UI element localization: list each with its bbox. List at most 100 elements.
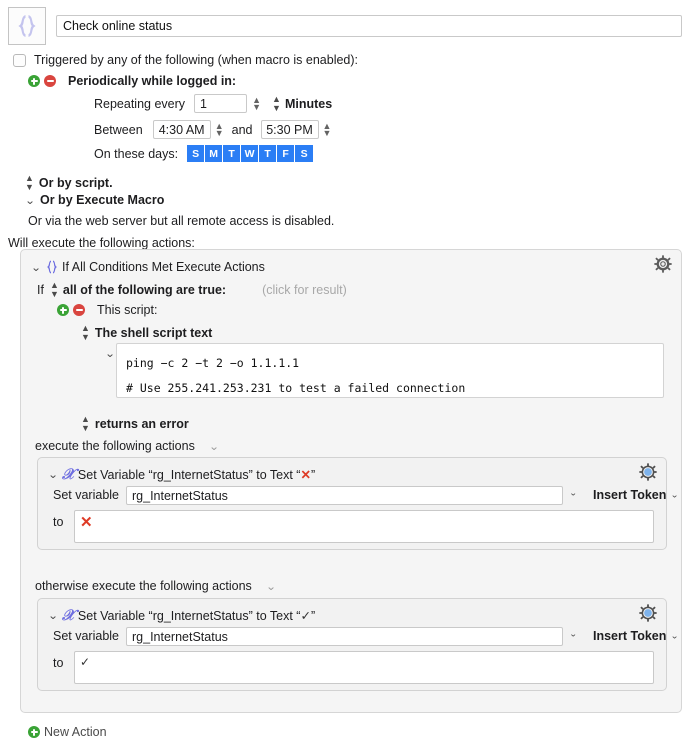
then-action-card: ⌄ 𝒳 Set Variable “rg_InternetStatus” to … — [37, 457, 679, 550]
if-action-header[interactable]: ⌄ If All Conditions Met Execute Actions — [29, 255, 681, 279]
new-action-button[interactable]: New Action — [28, 725, 107, 739]
then-branch-label: execute the following actions — [35, 439, 195, 453]
click-for-result-label[interactable]: (click for result) — [262, 283, 347, 297]
else-insert-token-button[interactable]: Insert Token ⌄ — [593, 629, 679, 643]
else-action-title-glyph: ✓ — [300, 608, 311, 623]
else-branch-label: otherwise execute the following actions — [35, 579, 252, 593]
macro-name-value: Check online status — [63, 19, 173, 33]
then-variable-popup-chevron-icon[interactable]: ⌄ — [569, 489, 577, 498]
macro-name-input[interactable]: Check online status — [56, 15, 682, 37]
then-set-variable-row: Set variable — [53, 488, 119, 502]
variable-x-icon: 𝒳 — [62, 464, 75, 483]
else-action-disclosure-icon[interactable]: ⌄ — [45, 609, 61, 622]
then-insert-token-label: Insert Token — [593, 488, 667, 502]
else-branch-disclosure-icon[interactable]: ⌄ — [263, 580, 279, 593]
or-by-script-chevron-icon: ▲ ▼ — [25, 173, 34, 192]
else-action-header[interactable]: ⌄ 𝒳 Set Variable “rg_InternetStatus” to … — [46, 605, 315, 625]
else-to-value: ✓ — [80, 655, 91, 669]
then-variable-name-value: rg_InternetStatus — [132, 488, 228, 503]
remove-condition-icon[interactable] — [73, 304, 85, 316]
day-button-sun[interactable]: S — [187, 145, 206, 162]
macro-editor: Check online status Triggered by any of … — [0, 0, 690, 746]
condition-mode-row: If ▲ ▼ all of the following are true: (cl… — [37, 281, 347, 299]
day-button-tue[interactable]: T — [223, 145, 242, 162]
if-action-title: If All Conditions Met Execute Actions — [62, 260, 265, 274]
action-gear-icon[interactable] — [654, 255, 672, 273]
repeat-interval-stepper[interactable]: ▲ ▼ — [251, 95, 262, 113]
else-to-value-input[interactable]: ✓ — [74, 651, 654, 684]
repeating-every-label: Repeating every — [94, 96, 186, 111]
curly-braces-icon[interactable] — [8, 7, 46, 45]
add-trigger-icon[interactable] — [28, 75, 40, 87]
between-label: Between — [94, 122, 143, 137]
script-result-chevron-icon: ▲ ▼ — [81, 414, 90, 433]
then-set-variable-label: Set variable — [53, 488, 120, 502]
then-branch-label-row: execute the following actions ⌄ — [35, 439, 221, 453]
script-source-row[interactable]: ▲ ▼ The shell script text — [81, 324, 212, 342]
add-condition-icon[interactable] — [57, 304, 69, 316]
day-button-thu[interactable]: T — [259, 145, 278, 162]
days-label: On these days: — [94, 146, 179, 161]
then-action-title-glyph: ✕ — [300, 467, 311, 482]
new-action-label: New Action — [44, 725, 107, 739]
end-time-input[interactable]: 5:30 PM — [260, 120, 319, 139]
else-set-variable-label: Set variable — [53, 629, 120, 643]
then-action-header[interactable]: ⌄ 𝒳 Set Variable “rg_InternetStatus” to … — [46, 464, 315, 484]
end-time-stepper[interactable]: ▲ ▼ — [322, 121, 333, 139]
else-action-title: Set Variable “rg_InternetStatus” to Text… — [77, 608, 316, 623]
else-set-variable-row: Set variable — [53, 629, 119, 643]
start-time-stepper[interactable]: ▲ ▼ — [214, 121, 225, 139]
repeat-interval-value: 1 — [200, 96, 207, 111]
then-action-gear-icon[interactable] — [639, 463, 657, 481]
and-label: and — [231, 122, 253, 137]
then-to-value: ✕ — [80, 514, 93, 531]
day-selector: S M T W T F S — [187, 145, 314, 162]
script-condition-title[interactable]: This script: — [97, 303, 157, 317]
condition-add-remove-group — [57, 304, 85, 316]
condition-mode-popup[interactable]: all of the following are true: — [63, 283, 226, 297]
else-to-row: to — [53, 656, 63, 670]
if-action-disclosure-icon[interactable]: ⌄ — [28, 261, 44, 274]
repeat-unit-popup[interactable]: Minutes — [285, 97, 332, 111]
else-insert-token-chevron-icon: ⌄ — [670, 631, 679, 641]
else-to-label: to — [53, 656, 64, 670]
script-line-2: # Use 255.241.253.231 to test a failed c… — [126, 381, 466, 395]
start-time-input[interactable]: 4:30 AM — [152, 120, 211, 139]
then-branch-disclosure-icon[interactable]: ⌄ — [206, 440, 222, 453]
else-insert-token-label: Insert Token — [593, 629, 667, 643]
script-result-row[interactable]: ▲ ▼ returns an error — [81, 415, 189, 433]
or-by-script-row[interactable]: ▲ ▼ Or by script. — [25, 174, 113, 192]
script-text-box[interactable]: ping −c 2 −t 2 −o 1.1.1.1 # Use 255.241.… — [116, 343, 664, 398]
trigger-enable-label: Triggered by any of the following (when … — [34, 53, 359, 67]
days-row: On these days: S M T W T F S — [94, 145, 314, 162]
unit-popup-chevron-icon[interactable]: ▲ ▼ — [272, 94, 281, 113]
trigger-enable-checkbox[interactable] — [13, 53, 26, 67]
else-variable-popup-chevron-icon[interactable]: ⌄ — [569, 630, 577, 639]
then-variable-name-input[interactable]: rg_InternetStatus — [126, 486, 563, 505]
script-source-chevron-icon: ▲ ▼ — [81, 323, 90, 342]
day-button-sat[interactable]: S — [295, 145, 314, 162]
web-server-note: Or via the web server but all remote acc… — [28, 214, 335, 228]
else-variable-name-input[interactable]: rg_InternetStatus — [126, 627, 563, 646]
day-button-wed[interactable]: W — [241, 145, 260, 162]
then-to-row: to — [53, 515, 63, 529]
then-insert-token-button[interactable]: Insert Token ⌄ — [593, 488, 679, 502]
then-to-value-input[interactable]: ✕ — [74, 510, 654, 543]
remove-trigger-icon[interactable] — [44, 75, 56, 87]
or-by-execute-macro-label: Or by Execute Macro — [40, 193, 165, 207]
variable-x-icon: 𝒳 — [62, 605, 75, 624]
condition-mode-chevron-icon[interactable]: ▲ ▼ — [50, 281, 59, 299]
then-action-disclosure-icon[interactable]: ⌄ — [45, 468, 61, 481]
then-insert-token-chevron-icon: ⌄ — [670, 490, 679, 500]
day-button-mon[interactable]: M — [205, 145, 224, 162]
then-to-label: to — [53, 515, 64, 529]
or-by-execute-macro-row[interactable]: ⌄ Or by Execute Macro — [25, 193, 165, 207]
or-by-script-label: Or by script. — [38, 176, 113, 190]
repeat-interval-input[interactable]: 1 — [194, 94, 248, 113]
day-button-fri[interactable]: F — [277, 145, 296, 162]
periodic-trigger-label[interactable]: Periodically while logged in: — [68, 74, 236, 88]
start-time-value: 4:30 AM — [158, 122, 205, 137]
repeating-every-row: Repeating every 1 ▲ ▼ ▲ ▼ Minutes — [94, 94, 332, 113]
end-time-value: 5:30 PM — [266, 122, 313, 137]
else-action-gear-icon[interactable] — [639, 604, 657, 622]
